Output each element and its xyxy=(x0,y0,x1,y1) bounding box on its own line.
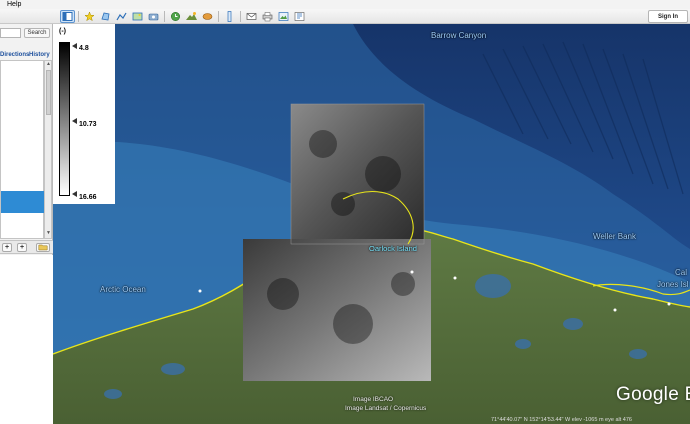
sign-in-button[interactable]: Sign In xyxy=(648,10,688,23)
print-button[interactable] xyxy=(260,10,275,23)
toolbar: Sign In xyxy=(0,9,690,24)
legend-mid-arrow-icon xyxy=(72,118,77,124)
legend-unit: (-) xyxy=(59,28,66,35)
toolbar-separator xyxy=(164,11,165,22)
google-logo: Google E xyxy=(616,384,690,405)
add-folder-icon[interactable]: + xyxy=(17,243,27,252)
add-icon[interactable]: + xyxy=(2,243,12,252)
map-imagery xyxy=(53,24,690,424)
add-image-overlay-button[interactable] xyxy=(130,10,145,23)
planet-icon xyxy=(202,13,213,20)
tab-directions[interactable]: Directions xyxy=(0,52,29,58)
sunlight-icon xyxy=(186,12,197,20)
places-panel xyxy=(0,255,53,424)
polygon-icon xyxy=(101,12,110,21)
toolbar-separator xyxy=(240,11,241,22)
credit-ibcao: Image IBCAO xyxy=(353,396,394,403)
folder-icon[interactable] xyxy=(36,243,50,252)
menu-bar: Help xyxy=(0,0,690,9)
add-placemark-button[interactable] xyxy=(82,10,97,23)
view-in-maps-button[interactable] xyxy=(292,10,307,23)
label-arctic-ocean: Arctic Ocean xyxy=(100,285,146,294)
sidebar: Search Directions History ▲ ▼ + + xyxy=(0,24,53,424)
panel-controls: + + xyxy=(0,240,53,254)
print-icon xyxy=(262,12,273,22)
add-path-button[interactable] xyxy=(114,10,129,23)
legend-mid-value: 10.73 xyxy=(79,121,97,128)
label-oarlock-island: Oarlock Island xyxy=(369,244,417,253)
add-polygon-button[interactable] xyxy=(98,10,113,23)
toolbar-separator xyxy=(218,11,219,22)
email-icon xyxy=(246,13,257,20)
legend-gradient-bar xyxy=(59,42,70,196)
path-icon xyxy=(116,12,127,21)
ruler-icon xyxy=(227,11,232,22)
label-jones-islands: Jones Isl xyxy=(657,280,689,289)
historical-imagery-icon xyxy=(171,12,180,21)
label-weller-bank: Weller Bank xyxy=(593,232,636,241)
scroll-up-icon[interactable]: ▲ xyxy=(45,61,52,69)
sunlight-button[interactable] xyxy=(184,10,199,23)
credit-landsat: Image Landsat / Copernicus xyxy=(345,405,427,412)
scroll-down-icon[interactable]: ▼ xyxy=(45,230,52,238)
toolbar-separator xyxy=(78,11,79,22)
sidebar-toggle-icon xyxy=(62,12,73,21)
search-button[interactable]: Search xyxy=(24,28,50,38)
email-button[interactable] xyxy=(244,10,259,23)
legend-max-arrow-icon xyxy=(72,43,77,49)
legend-max-value: 16.66 xyxy=(79,194,97,201)
scroll-thumb[interactable] xyxy=(46,70,51,115)
results-scrollbar[interactable]: ▲ ▼ xyxy=(44,60,52,239)
switch-planet-button[interactable] xyxy=(200,10,215,23)
search-input[interactable] xyxy=(0,28,21,38)
legend-min-value: 4.8 xyxy=(79,45,89,52)
app-window: Help Sign In Search Directions History ▲… xyxy=(0,0,690,424)
tour-icon xyxy=(148,13,159,21)
sidebar-toggle-button[interactable] xyxy=(60,10,75,23)
color-legend: (-) 4.8 10.73 16.66 xyxy=(53,24,115,204)
search-results-list xyxy=(0,60,44,239)
label-barrow-canyon: Barrow Canyon xyxy=(431,31,487,40)
menu-help[interactable]: Help xyxy=(7,0,21,9)
label-edge: Cal xyxy=(675,268,688,277)
ruler-button[interactable] xyxy=(222,10,237,23)
map-view[interactable]: Barrow Canyon Weller Bank Arctic Ocean O… xyxy=(53,24,690,424)
record-tour-button[interactable] xyxy=(146,10,161,23)
save-image-button[interactable] xyxy=(276,10,291,23)
tab-history[interactable]: History xyxy=(29,52,50,58)
historical-imagery-button[interactable] xyxy=(168,10,183,23)
coordinate-readout: 71°44'40.07" N 152°14'53.44" W elev -106… xyxy=(491,417,632,423)
overlay-icon xyxy=(132,12,143,21)
placemark-icon xyxy=(84,11,95,22)
selected-result-item[interactable] xyxy=(1,191,44,213)
view-in-maps-icon xyxy=(294,12,305,21)
legend-min-arrow-icon xyxy=(72,191,77,197)
save-image-icon xyxy=(278,12,289,21)
